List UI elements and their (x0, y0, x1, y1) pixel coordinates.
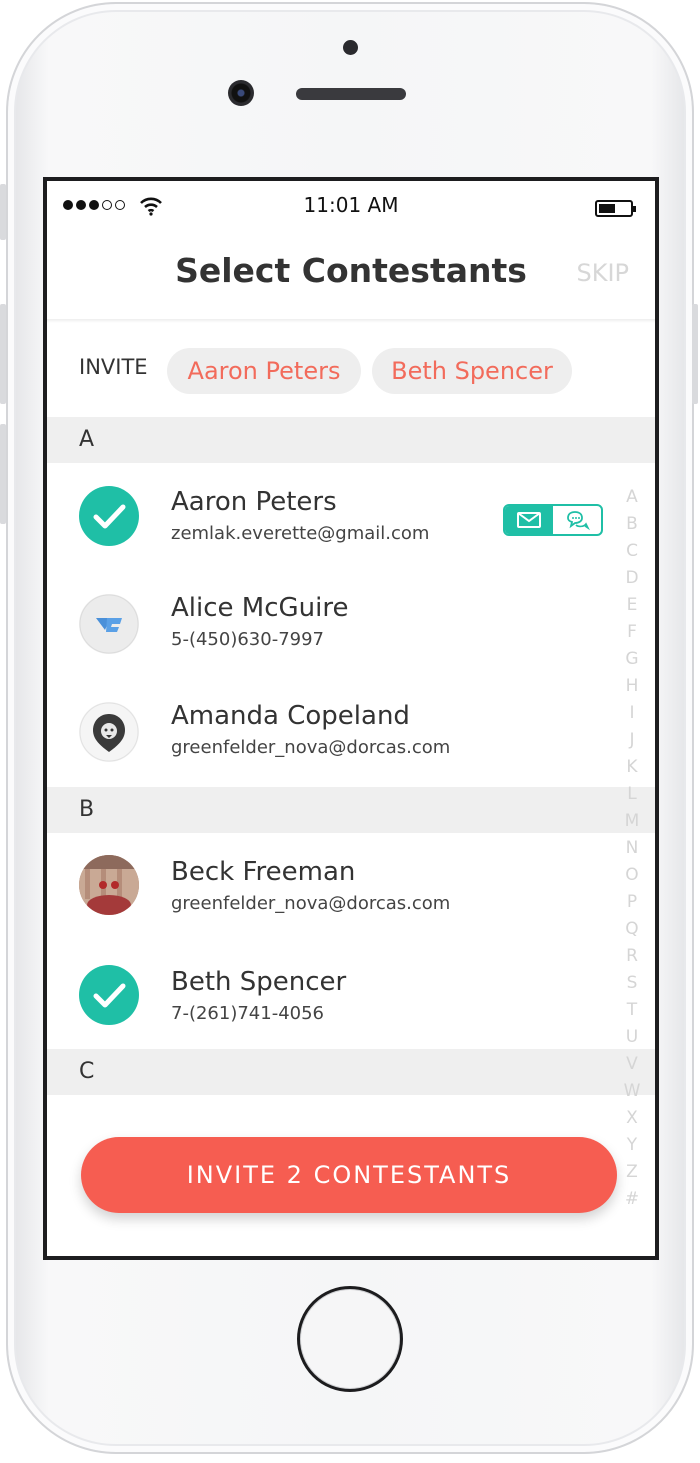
index-letter-e[interactable]: E (621, 592, 643, 619)
nav-bar: Select Contestants SKIP (47, 231, 655, 319)
index-letter-b[interactable]: B (621, 511, 643, 538)
invite-chip-aaron-peters[interactable]: Aaron Peters (167, 348, 361, 394)
index-letter-a[interactable]: A (621, 484, 643, 511)
index-letter-l[interactable]: L (621, 781, 643, 808)
index-letter-q[interactable]: Q (621, 916, 643, 943)
contact-row-amanda-copeland[interactable]: Amanda Copeland greenfelder_nova@dorcas.… (47, 679, 607, 787)
app-display: 11:01 AM Select Contestants SKIP INVITE … (47, 181, 655, 1256)
alphabet-index[interactable]: A B C D E F G H I J K L M N O P Q R S T … (621, 484, 643, 1213)
mute-switch (0, 184, 6, 240)
avatar (79, 594, 139, 654)
index-letter-g[interactable]: G (621, 646, 643, 673)
home-button[interactable] (297, 1286, 403, 1392)
index-letter-s[interactable]: S (621, 970, 643, 997)
index-letter-p[interactable]: P (621, 889, 643, 916)
check-icon[interactable] (79, 486, 139, 546)
section-header-b: B (47, 787, 655, 833)
contact-method-toggle (503, 504, 603, 536)
index-letter-r[interactable]: R (621, 943, 643, 970)
index-letter-j[interactable]: J (621, 727, 643, 754)
section-letter: B (79, 797, 95, 822)
contact-name: Amanda Copeland (171, 701, 410, 731)
section-letter: A (79, 427, 95, 452)
skip-button[interactable]: SKIP (576, 259, 629, 287)
volume-down-button (0, 424, 6, 524)
mail-icon[interactable] (505, 506, 553, 534)
invite-label: INVITE (79, 355, 148, 379)
page-title: Select Contestants (175, 251, 527, 290)
contact-name: Beck Freeman (171, 857, 356, 887)
index-letter-z[interactable]: Z (621, 1159, 643, 1186)
earpiece-speaker (296, 88, 406, 100)
index-letter-hash[interactable]: # (621, 1186, 643, 1213)
section-letter: C (79, 1059, 95, 1084)
index-letter-i[interactable]: I (621, 700, 643, 727)
index-letter-n[interactable]: N (621, 835, 643, 862)
status-bar: 11:01 AM (47, 181, 655, 231)
contact-name: Beth Spencer (171, 967, 347, 997)
avatar (79, 702, 139, 762)
index-letter-t[interactable]: T (621, 997, 643, 1024)
avatar (79, 855, 139, 915)
contact-detail: 5-(450)630-7997 (171, 629, 325, 650)
contact-row-beck-freeman[interactable]: Beck Freeman greenfelder_nova@dorcas.com (47, 833, 607, 941)
index-letter-f[interactable]: F (621, 619, 643, 646)
contact-name: Alice McGuire (171, 593, 349, 623)
volume-up-button (0, 304, 6, 404)
invite-contestants-button[interactable]: INVITE 2 CONTESTANTS (81, 1137, 617, 1213)
contact-row-alice-mcguire[interactable]: Alice McGuire 5-(450)630-7997 (47, 571, 607, 679)
index-letter-y[interactable]: Y (621, 1132, 643, 1159)
invite-chip-beth-spencer[interactable]: Beth Spencer (372, 348, 572, 394)
section-header-a: A (47, 417, 655, 463)
contact-detail: 7-(261)741-4056 (171, 1003, 325, 1024)
index-letter-v[interactable]: V (621, 1051, 643, 1078)
index-letter-d[interactable]: D (621, 565, 643, 592)
invite-bar: INVITE Aaron Peters Beth Spencer (47, 323, 655, 417)
status-time: 11:01 AM (303, 193, 399, 217)
chat-icon[interactable] (553, 506, 601, 534)
index-letter-x[interactable]: X (621, 1105, 643, 1132)
index-letter-o[interactable]: O (621, 862, 643, 889)
section-header-c: C (47, 1049, 655, 1095)
power-button (692, 304, 698, 404)
contact-detail: greenfelder_nova@dorcas.com (171, 737, 451, 758)
contact-name: Aaron Peters (171, 487, 337, 517)
contact-detail: zemlak.everette@gmail.com (171, 523, 430, 544)
index-letter-u[interactable]: U (621, 1024, 643, 1051)
front-camera (228, 80, 254, 106)
index-letter-k[interactable]: K (621, 754, 643, 781)
check-icon[interactable] (79, 965, 139, 1025)
battery-icon (595, 200, 636, 217)
index-letter-c[interactable]: C (621, 538, 643, 565)
index-letter-w[interactable]: W (621, 1078, 643, 1105)
index-letter-h[interactable]: H (621, 673, 643, 700)
contact-row-beth-spencer[interactable]: Beth Spencer 7-(261)741-4056 (47, 941, 607, 1049)
index-letter-m[interactable]: M (621, 808, 643, 835)
screen-bezel: 11:01 AM Select Contestants SKIP INVITE … (43, 177, 659, 1260)
proximity-sensor (343, 40, 358, 55)
contact-detail: greenfelder_nova@dorcas.com (171, 893, 451, 914)
